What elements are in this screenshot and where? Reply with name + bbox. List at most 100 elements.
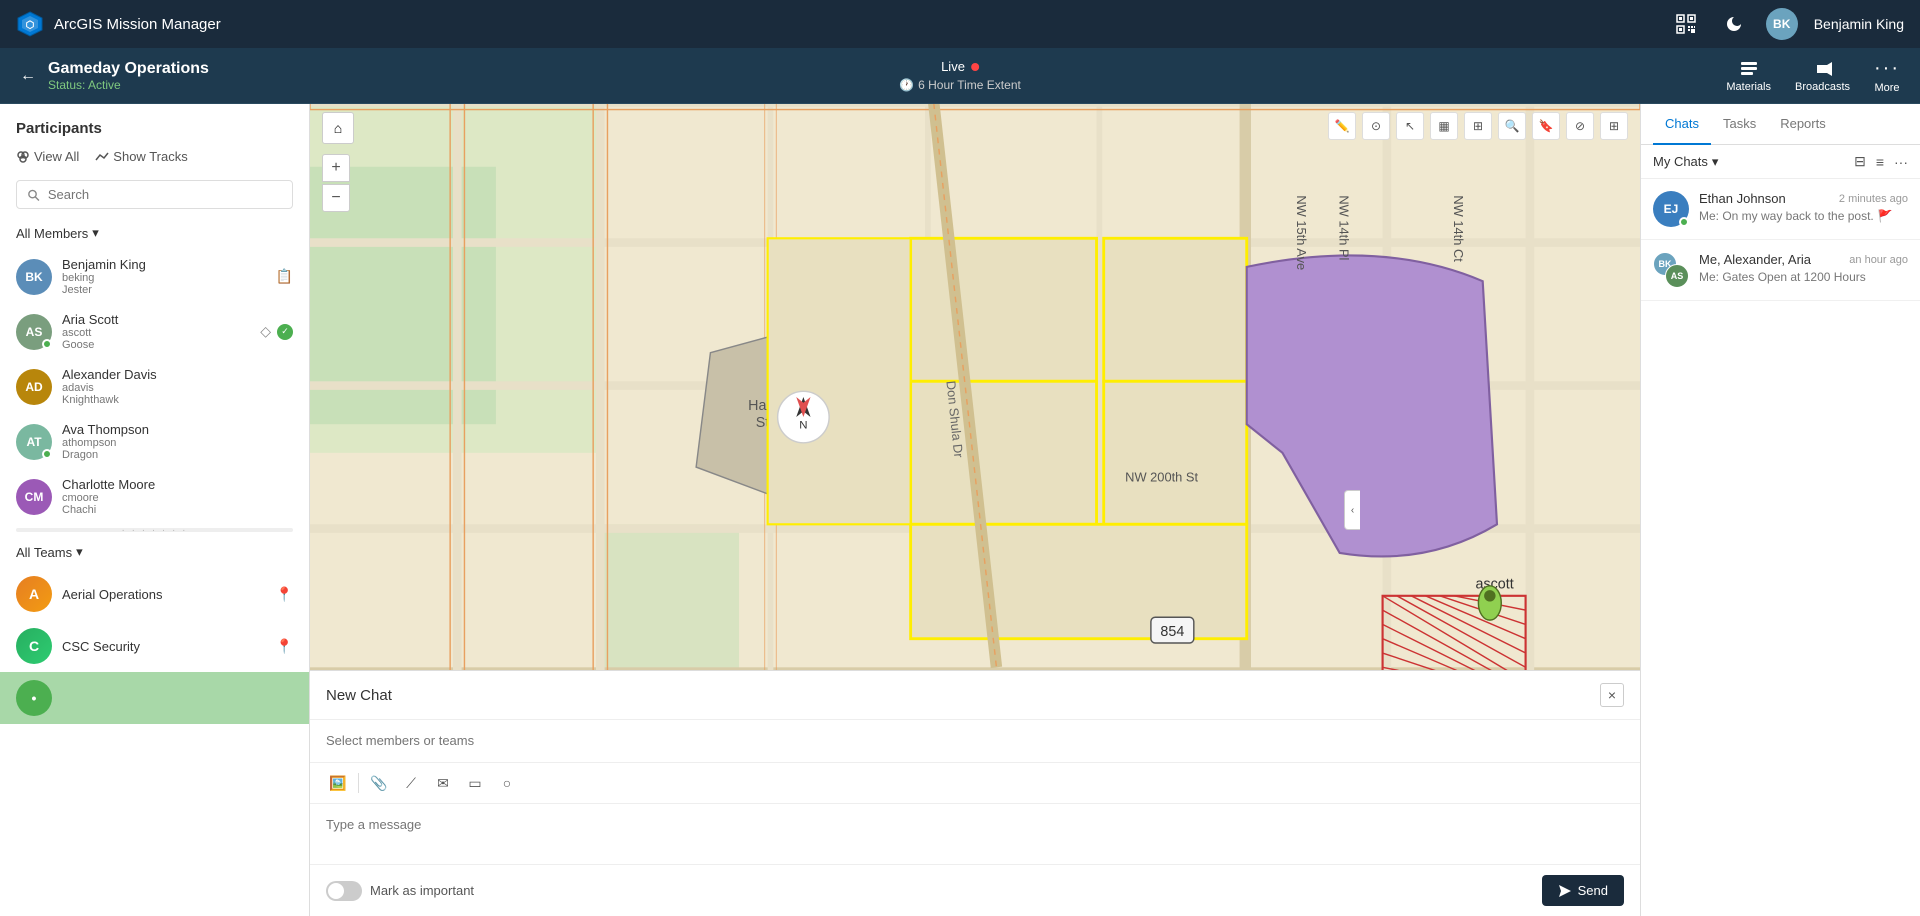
member-info-bk: Benjamin King beking Jester — [62, 257, 266, 296]
draw-shape-button[interactable]: ✉ — [431, 771, 455, 795]
apps-button[interactable]: ⊞ — [1600, 112, 1628, 140]
target-tool-button[interactable]: ⊙ — [1362, 112, 1390, 140]
new-chat-message-field[interactable] — [310, 804, 1640, 864]
qr-code-button[interactable] — [1670, 8, 1702, 40]
broadcasts-label: Broadcasts — [1795, 81, 1850, 93]
svg-text:NW 14th Ct: NW 14th Ct — [1451, 195, 1466, 262]
show-tracks-button[interactable]: Show Tracks — [95, 149, 187, 164]
time-extent: 🕐 6 Hour Time Extent — [899, 78, 1021, 92]
materials-button[interactable]: Materials — [1726, 59, 1771, 93]
team-item-third[interactable]: • — [0, 672, 309, 724]
group-avatar-2: AS — [1665, 264, 1689, 288]
draw-line-button[interactable]: ⟋ — [399, 771, 423, 795]
team-avatar-csc: C — [16, 628, 52, 664]
filter-button[interactable]: ⊟ — [1854, 153, 1866, 170]
draw-circle-button[interactable]: ○ — [495, 771, 519, 795]
chat-name-row-group: Me, Alexander, Aria an hour ago — [1699, 252, 1908, 267]
zoom-in-button[interactable]: + — [322, 154, 350, 182]
tab-reports-label: Reports — [1780, 116, 1826, 131]
mark-important-toggle[interactable] — [326, 881, 362, 901]
svg-text:NW 14th Pl: NW 14th Pl — [1337, 195, 1352, 260]
svg-text:N: N — [799, 419, 807, 431]
member-avatar-ad: AD — [16, 369, 52, 405]
member-avatar-bk: BK — [16, 259, 52, 295]
chat-info-group: Me, Alexander, Aria an hour ago Me: Gate… — [1699, 252, 1908, 284]
map-search-button[interactable]: 🔍 — [1498, 112, 1526, 140]
member-name-as: Aria Scott — [62, 312, 250, 327]
member-avatar-cm: CM — [16, 479, 52, 515]
chat-item-ethan[interactable]: EJ Ethan Johnson 2 minutes ago Me: On my… — [1641, 179, 1920, 240]
chat-name-row-ethan: Ethan Johnson 2 minutes ago — [1699, 191, 1908, 206]
user-avatar[interactable]: BK — [1766, 8, 1798, 40]
cursor-tool-button[interactable]: ↖ — [1396, 112, 1424, 140]
more-button[interactable]: ··· More — [1874, 57, 1900, 94]
member-callsign-bk: Jester — [62, 284, 266, 296]
pin-icon[interactable]: ◇ — [260, 323, 271, 340]
tab-tasks[interactable]: Tasks — [1711, 104, 1768, 145]
more-label: More — [1874, 82, 1899, 94]
bookmark-button[interactable]: 🔖 — [1532, 112, 1560, 140]
member-username-as: ascott — [62, 327, 250, 339]
resize-dots-icon: · · · · · · · — [122, 525, 188, 536]
member-item-cm[interactable]: CM Charlotte Moore cmoore Chachi — [0, 469, 309, 524]
mission-center-info: Live 🕐 6 Hour Time Extent — [899, 59, 1021, 92]
team-item-aerial[interactable]: A Aerial Operations 📍 — [0, 568, 309, 620]
tab-chats[interactable]: Chats — [1653, 104, 1711, 145]
mission-status: Status: Active — [48, 78, 1726, 92]
member-callsign-as: Goose — [62, 339, 250, 351]
layers-button[interactable]: ⊘ — [1566, 112, 1594, 140]
send-label: Send — [1578, 883, 1608, 898]
map-home-button[interactable]: ⌂ — [322, 112, 354, 144]
resize-handle[interactable]: · · · · · · · — [16, 528, 293, 532]
close-new-chat-button[interactable]: × — [1600, 683, 1624, 707]
member-username-bk: beking — [62, 272, 266, 284]
back-button[interactable]: ← — [20, 67, 36, 85]
team-item-csc[interactable]: C CSC Security 📍 — [0, 620, 309, 672]
send-button[interactable]: Send — [1542, 875, 1624, 906]
my-chats-dropdown[interactable]: My Chats ▾ — [1653, 154, 1718, 170]
new-chat-recipient-field[interactable] — [310, 720, 1640, 763]
team-pin-icon-aerial[interactable]: 📍 — [276, 586, 293, 603]
table-tool-button[interactable]: ▦ — [1430, 112, 1458, 140]
member-name-ad: Alexander Davis — [62, 367, 293, 382]
message-input[interactable] — [326, 817, 1624, 832]
main-content: Participants View All Show Tracks — [0, 104, 1920, 916]
all-teams-section[interactable]: All Teams ▾ — [0, 536, 309, 568]
draw-tool-button[interactable]: ✏️ — [1328, 112, 1356, 140]
app-logo: ⬡ ArcGIS Mission Manager — [16, 10, 221, 38]
member-item-bk[interactable]: BK Benjamin King beking Jester 📋 — [0, 249, 309, 304]
team-pin-icon-csc[interactable]: 📍 — [276, 638, 293, 655]
all-members-section[interactable]: All Members ▾ — [0, 217, 309, 249]
note-icon[interactable]: 📋 — [276, 268, 293, 285]
member-item-at[interactable]: AT Ava Thompson athompson Dragon — [0, 414, 309, 469]
my-chats-chevron-icon: ▾ — [1712, 154, 1719, 170]
view-all-button[interactable]: View All — [16, 149, 79, 164]
mission-toolbar: ← Gameday Operations Status: Active Live… — [0, 48, 1920, 104]
chat-item-group[interactable]: BK AS Me, Alexander, Aria an hour ago Me… — [1641, 240, 1920, 301]
tab-reports[interactable]: Reports — [1768, 104, 1838, 145]
chat-online-ethan — [1679, 217, 1689, 227]
member-username-ad: adavis — [62, 382, 293, 394]
map-area: ✏️ ⊙ ↖ ▦ ⊞ 🔍 🔖 ⊘ ⊞ ⌂ + − — [310, 104, 1640, 916]
zoom-out-button[interactable]: − — [322, 184, 350, 212]
participant-search[interactable] — [16, 180, 293, 209]
draw-rect-button[interactable]: ▭ — [463, 771, 487, 795]
dark-mode-button[interactable] — [1718, 8, 1750, 40]
chat-avatar-group: BK AS — [1653, 252, 1689, 288]
search-input[interactable] — [48, 187, 282, 202]
member-item-ad[interactable]: AD Alexander Davis adavis Knighthawk — [0, 359, 309, 414]
member-item-as[interactable]: AS Aria Scott ascott Goose ◇ ✓ — [0, 304, 309, 359]
grid-tool-button[interactable]: ⊞ — [1464, 112, 1492, 140]
status-label: Status: — [48, 78, 85, 92]
broadcasts-button[interactable]: Broadcasts — [1795, 59, 1850, 93]
member-name-bk: Benjamin King — [62, 257, 266, 272]
recipient-input[interactable] — [326, 733, 1624, 748]
member-actions-bk: 📋 — [276, 268, 293, 285]
attach-file-button[interactable]: 📎 — [367, 771, 391, 795]
attach-image-button[interactable]: 🖼️ — [326, 771, 350, 795]
right-tabs: Chats Tasks Reports — [1641, 104, 1920, 145]
collapse-right-panel-button[interactable]: ‹ — [1344, 490, 1360, 530]
list-button[interactable]: ≡ — [1876, 154, 1884, 170]
search-icon — [27, 188, 40, 202]
more-options-button[interactable]: ··· — [1894, 154, 1908, 170]
